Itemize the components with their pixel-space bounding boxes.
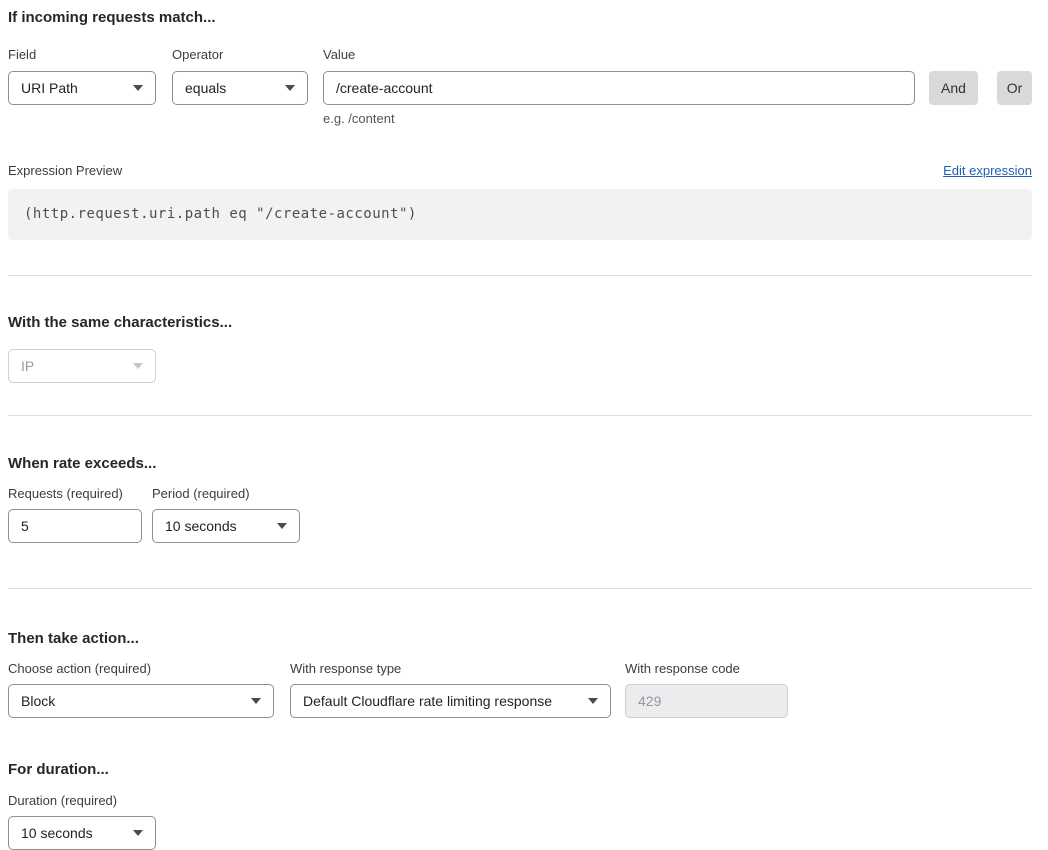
value-label: Value bbox=[323, 47, 915, 63]
response-type-label: With response type bbox=[290, 661, 611, 677]
field-group: Field URI Path bbox=[8, 47, 156, 105]
action-row: Choose action (required) Block With resp… bbox=[8, 661, 1032, 718]
duration-group: Duration (required) 10 seconds bbox=[8, 793, 156, 850]
period-group: Period (required) 10 seconds bbox=[152, 486, 300, 543]
requests-group: Requests (required) bbox=[8, 486, 142, 543]
section-divider bbox=[8, 415, 1032, 416]
chevron-down-icon bbox=[133, 363, 143, 369]
requests-input[interactable] bbox=[8, 509, 142, 543]
duration-select-value: 10 seconds bbox=[21, 825, 93, 841]
response-type-group: With response type Default Cloudflare ra… bbox=[290, 661, 611, 718]
rate-row: Requests (required) Period (required) 10… bbox=[8, 486, 1032, 543]
expression-preview-header: Expression Preview Edit expression bbox=[8, 163, 1032, 179]
section-divider bbox=[8, 275, 1032, 276]
action-group: Choose action (required) Block bbox=[8, 661, 274, 718]
response-type-select[interactable]: Default Cloudflare rate limiting respons… bbox=[290, 684, 611, 718]
action-select-value: Block bbox=[21, 693, 55, 709]
field-select-value: URI Path bbox=[21, 80, 78, 96]
period-select-value: 10 seconds bbox=[165, 518, 237, 534]
and-button[interactable]: And bbox=[929, 71, 978, 105]
duration-section-heading: For duration... bbox=[8, 760, 1032, 779]
characteristic-select[interactable]: IP bbox=[8, 349, 156, 383]
period-select[interactable]: 10 seconds bbox=[152, 509, 300, 543]
field-label: Field bbox=[8, 47, 156, 63]
rate-section-heading: When rate exceeds... bbox=[8, 454, 1032, 473]
operator-group: Operator equals bbox=[172, 47, 308, 105]
response-code-input bbox=[625, 684, 788, 718]
section-divider bbox=[8, 588, 1032, 589]
response-code-label: With response code bbox=[625, 661, 788, 677]
action-label: Choose action (required) bbox=[8, 661, 274, 677]
field-select[interactable]: URI Path bbox=[8, 71, 156, 105]
chevron-down-icon bbox=[133, 830, 143, 836]
operator-select[interactable]: equals bbox=[172, 71, 308, 105]
expression-preview-box: (http.request.uri.path eq "/create-accou… bbox=[8, 189, 1032, 240]
chevron-down-icon bbox=[588, 698, 598, 704]
match-condition-row: Field URI Path Operator equals Value And… bbox=[8, 47, 1032, 105]
requests-label: Requests (required) bbox=[8, 486, 142, 502]
response-code-group: With response code bbox=[625, 661, 788, 718]
action-select[interactable]: Block bbox=[8, 684, 274, 718]
period-label: Period (required) bbox=[152, 486, 300, 502]
duration-label: Duration (required) bbox=[8, 793, 156, 809]
action-section-heading: Then take action... bbox=[8, 629, 1032, 648]
value-group: Value bbox=[323, 47, 915, 105]
edit-expression-link[interactable]: Edit expression bbox=[943, 163, 1032, 179]
expression-preview-label: Expression Preview bbox=[8, 163, 122, 179]
chevron-down-icon bbox=[133, 85, 143, 91]
chevron-down-icon bbox=[285, 85, 295, 91]
characteristic-select-value: IP bbox=[21, 358, 34, 374]
operator-select-value: equals bbox=[185, 80, 226, 96]
match-section-heading: If incoming requests match... bbox=[8, 8, 1032, 27]
chevron-down-icon bbox=[277, 523, 287, 529]
response-type-select-value: Default Cloudflare rate limiting respons… bbox=[303, 693, 552, 709]
characteristics-section-heading: With the same characteristics... bbox=[8, 313, 1032, 332]
duration-select[interactable]: 10 seconds bbox=[8, 816, 156, 850]
characteristic-group: IP bbox=[8, 349, 156, 383]
or-button[interactable]: Or bbox=[997, 71, 1032, 105]
rate-limiting-rule-form: If incoming requests match... Field URI … bbox=[0, 0, 1048, 850]
operator-label: Operator bbox=[172, 47, 308, 63]
chevron-down-icon bbox=[251, 698, 261, 704]
value-input[interactable] bbox=[323, 71, 915, 105]
value-hint: e.g. /content bbox=[323, 111, 1032, 127]
